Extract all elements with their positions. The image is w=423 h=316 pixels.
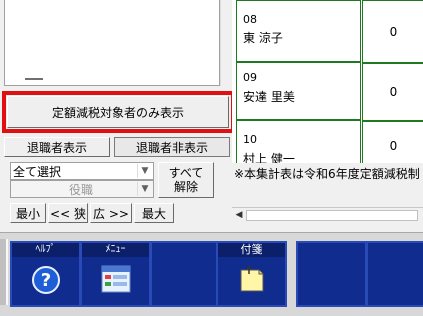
scroll-thumb[interactable] [246, 210, 418, 221]
employee-name: 安達 里美 [243, 90, 295, 104]
role-combo[interactable]: 役職 ▼ [10, 180, 154, 198]
clear-all-line2: 解除 [173, 180, 198, 194]
help-button-label: ﾍﾙﾌﾟ [12, 243, 79, 257]
zoom-min-button[interactable]: 最小 [10, 203, 46, 223]
employee-grid: 08 東 涼子 0 09 安達 里美 0 10 村上 健一 0 [232, 0, 423, 180]
sticky-note-button-label: 付箋 [218, 243, 285, 257]
chevron-down-icon[interactable]: ▼ [137, 182, 152, 196]
zoom-max-button[interactable]: 最大 [134, 203, 174, 223]
blank-function-button[interactable] [296, 241, 367, 307]
employee-value[interactable]: 0 [362, 0, 423, 64]
list-vertical-scrollbar[interactable] [220, 0, 230, 86]
zoom-wide-button[interactable]: 広 >> [90, 203, 132, 223]
table-row[interactable]: 08 東 涼子 [236, 0, 361, 62]
hide-retired-button[interactable]: 退職者非表示 [114, 137, 230, 157]
table-row[interactable]: 09 安達 里美 [236, 62, 361, 120]
grid-horizontal-scrollbar[interactable]: ◀ [232, 207, 423, 223]
fixed-tax-note: ※本集計表は令和6年度定額減税制 [234, 167, 420, 181]
blank-function-button[interactable] [150, 241, 221, 307]
clear-all-line1: すべて [168, 166, 204, 180]
toolbar-divider [6, 239, 8, 305]
menu-button-label: ﾒﾆｭｰ [82, 243, 149, 257]
employee-code: 08 [243, 13, 257, 26]
highlight-frame [2, 91, 235, 133]
employee-name: 東 涼子 [243, 31, 283, 45]
list-divider [25, 78, 43, 80]
sticky-note-icon [237, 265, 267, 296]
clear-all-button[interactable]: すべて 解除 [158, 162, 214, 198]
employee-list-box[interactable] [4, 0, 220, 86]
svg-text:?: ? [40, 270, 50, 291]
employee-code: 09 [243, 71, 257, 84]
help-button[interactable]: ﾍﾙﾌﾟ ? [10, 241, 81, 307]
menu-icon [101, 265, 131, 296]
scroll-left-arrow-icon[interactable]: ◀ [234, 210, 244, 221]
zoom-narrow-button[interactable]: << 狭 [48, 203, 88, 223]
blank-function-button[interactable] [366, 241, 423, 307]
help-icon: ? [31, 265, 61, 298]
role-combo-value: 役職 [69, 182, 94, 197]
sticky-note-button[interactable]: 付箋 [216, 241, 287, 307]
select-all-combo-value: 全て選択 [13, 164, 62, 179]
show-retired-button[interactable]: 退職者表示 [4, 137, 110, 157]
menu-button[interactable]: ﾒﾆｭｰ [80, 241, 151, 307]
chevron-down-icon[interactable]: ▼ [137, 164, 152, 178]
employee-value[interactable]: 0 [362, 62, 423, 122]
employee-code: 10 [243, 133, 257, 146]
select-all-combo[interactable]: 全て選択 ▼ [10, 162, 154, 180]
